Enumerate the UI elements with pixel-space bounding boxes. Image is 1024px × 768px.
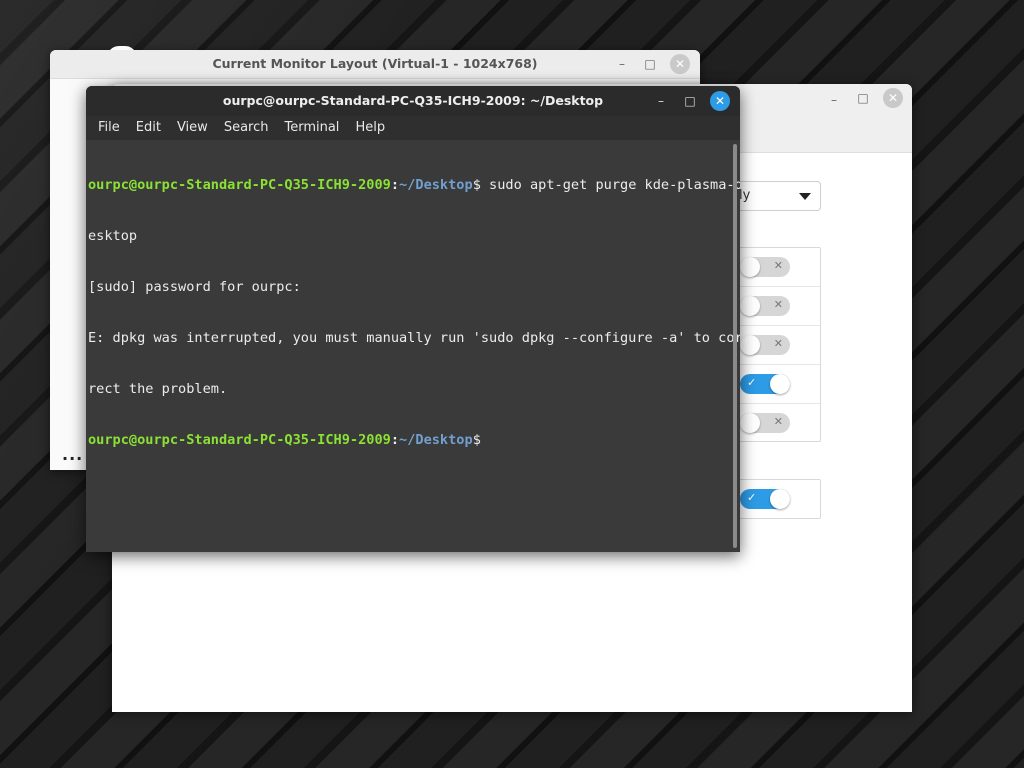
- prompt-path: ~/Desktop: [399, 177, 473, 193]
- terminal-line: rect the problem.: [88, 381, 228, 397]
- more-options-button[interactable]: ...: [62, 445, 83, 464]
- toggle-switch[interactable]: ✕: [740, 335, 790, 355]
- x-icon: ✕: [773, 259, 783, 272]
- minimize-icon[interactable]: –: [824, 90, 844, 110]
- terminal-titlebar[interactable]: ourpc@ourpc-Standard-PC-Q35-ICH9-2009: ~…: [86, 86, 740, 116]
- monitor-window-title: Current Monitor Layout (Virtual-1 - 1024…: [212, 56, 538, 71]
- close-icon[interactable]: ✕: [710, 91, 730, 111]
- switch-row: ✓: [733, 365, 820, 404]
- switch-row: ✓: [733, 480, 820, 518]
- prompt-user: ourpc@ourpc-Standard-PC-Q35-ICH9-2009: [88, 432, 391, 448]
- menu-help[interactable]: Help: [347, 116, 393, 140]
- menu-view[interactable]: View: [169, 116, 216, 140]
- toggle-switch[interactable]: ✕: [740, 257, 790, 277]
- toggle-switch[interactable]: ✓: [740, 489, 790, 509]
- terminal-line: E: dpkg was interrupted, you must manual…: [88, 330, 740, 346]
- prompt-suffix: $: [472, 432, 481, 448]
- terminal-output[interactable]: ourpc@ourpc-Standard-PC-Q35-ICH9-2009:~/…: [86, 140, 740, 552]
- desktop-background: Current Monitor Layout (Virtual-1 - 1024…: [0, 0, 1024, 768]
- switch-row: ✕: [733, 248, 820, 287]
- menu-terminal[interactable]: Terminal: [276, 116, 347, 140]
- check-icon: ✓: [747, 491, 757, 504]
- maximize-icon[interactable]: □: [680, 91, 700, 111]
- settings-dropdown[interactable]: ly: [732, 181, 821, 211]
- x-icon: ✕: [773, 337, 783, 350]
- terminal-line: [sudo] password for ourpc:: [88, 279, 301, 295]
- menu-file[interactable]: File: [90, 116, 128, 140]
- prompt-separator: :: [390, 432, 400, 448]
- toggle-switch[interactable]: ✓: [740, 374, 790, 394]
- toggle-knob: [770, 489, 790, 509]
- toggle-knob: [770, 374, 790, 394]
- toggle-knob: [740, 257, 760, 277]
- monitor-window-titlebar[interactable]: Current Monitor Layout (Virtual-1 - 1024…: [50, 50, 700, 79]
- terminal-line: esktop: [88, 228, 138, 244]
- dropdown-value: ly: [739, 188, 751, 203]
- x-icon: ✕: [773, 298, 783, 311]
- menu-search[interactable]: Search: [216, 116, 277, 140]
- prompt-suffix: $: [472, 177, 481, 193]
- check-icon: ✓: [747, 376, 757, 389]
- switch-group: ✓: [732, 479, 821, 519]
- switch-group: ✕ ✕ ✕ ✓ ✕: [732, 247, 821, 442]
- prompt-path: ~/Desktop: [399, 432, 473, 448]
- toggle-switch[interactable]: ✕: [740, 296, 790, 316]
- terminal-line: ourpc@ourpc-Standard-PC-Q35-ICH9-2009:~/…: [88, 432, 732, 449]
- close-icon[interactable]: ✕: [883, 88, 903, 108]
- close-icon[interactable]: ✕: [670, 54, 690, 74]
- toggle-knob: [740, 413, 760, 433]
- prompt-separator: :: [390, 177, 400, 193]
- menu-edit[interactable]: Edit: [128, 116, 169, 140]
- terminal-line: ourpc@ourpc-Standard-PC-Q35-ICH9-2009:~/…: [88, 177, 740, 194]
- switch-row: ✕: [733, 404, 820, 442]
- terminal-window[interactable]: ourpc@ourpc-Standard-PC-Q35-ICH9-2009: ~…: [86, 86, 740, 552]
- terminal-scrollbar[interactable]: [733, 144, 737, 548]
- command-text: sudo apt-get purge kde-plasma-d: [480, 177, 740, 193]
- prompt-user: ourpc@ourpc-Standard-PC-Q35-ICH9-2009: [88, 177, 391, 193]
- switch-row: ✕: [733, 326, 820, 365]
- toggle-switch[interactable]: ✕: [740, 413, 790, 433]
- chevron-down-icon: [799, 193, 811, 200]
- terminal-title: ourpc@ourpc-Standard-PC-Q35-ICH9-2009: ~…: [222, 93, 604, 108]
- maximize-icon[interactable]: □: [853, 88, 873, 108]
- maximize-icon[interactable]: □: [640, 54, 660, 74]
- toggle-knob: [740, 335, 760, 355]
- minimize-icon[interactable]: –: [612, 54, 632, 74]
- terminal-menubar: File Edit View Search Terminal Help: [86, 116, 740, 140]
- toggle-knob: [740, 296, 760, 316]
- x-icon: ✕: [773, 415, 783, 428]
- minimize-icon[interactable]: –: [651, 91, 671, 111]
- switch-row: ✕: [733, 287, 820, 326]
